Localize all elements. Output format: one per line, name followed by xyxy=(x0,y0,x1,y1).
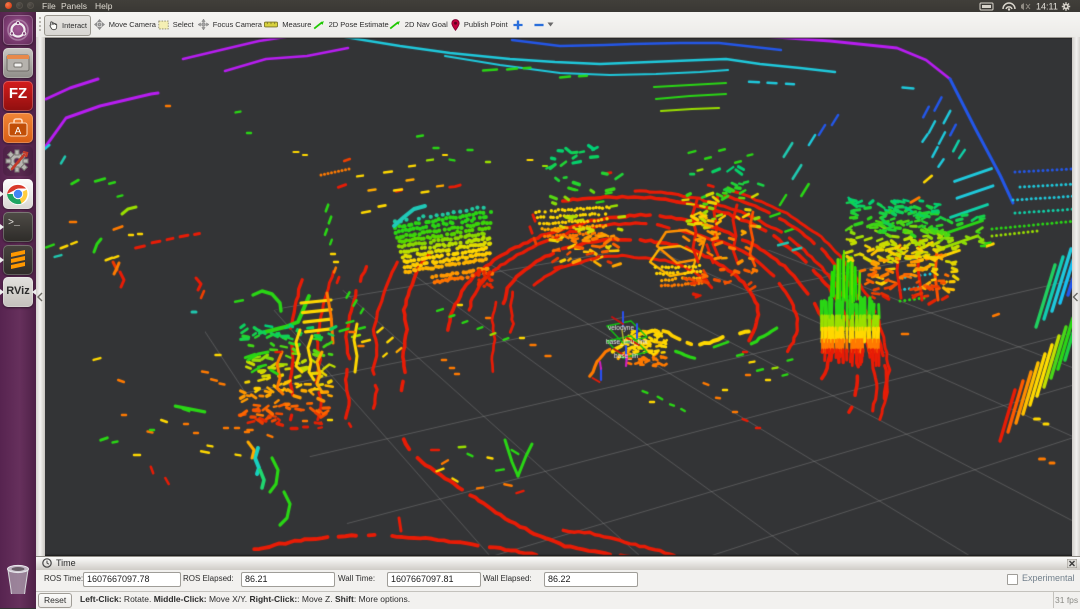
svg-text:A: A xyxy=(15,126,22,137)
svg-text:14:11: 14:11 xyxy=(1036,2,1058,12)
